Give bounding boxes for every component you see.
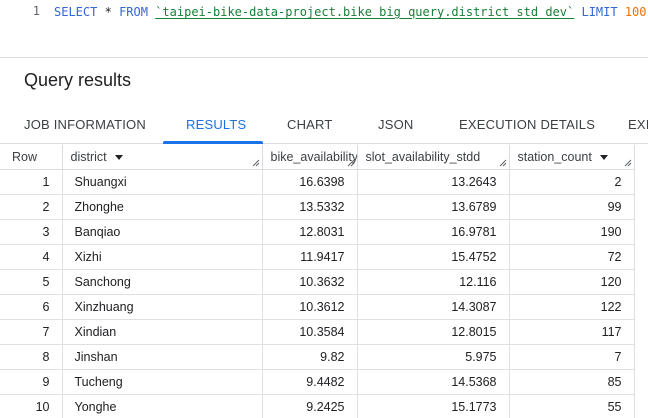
sort-caret-icon[interactable] — [599, 154, 608, 160]
editor-gutter: 1 — [0, 0, 48, 54]
tab-json[interactable]: JSON — [378, 106, 413, 144]
bike-availability-cell[interactable]: 9.2425 — [262, 394, 358, 418]
keyword-from: FROM — [119, 5, 148, 19]
station-count-cell[interactable]: 2 — [509, 169, 635, 195]
column-header-label: Row — [12, 149, 38, 164]
column-header-label: bike_availability_stdd — [270, 149, 357, 164]
table-row[interactable]: 10 Yonghe 9.2425 15.1773 55 — [0, 394, 635, 418]
district-cell[interactable]: Yonghe — [62, 394, 263, 418]
column-header-district[interactable]: district — [62, 145, 263, 170]
slot-availability-cell[interactable]: 13.6789 — [357, 194, 510, 220]
station-count-cell[interactable]: 99 — [509, 194, 635, 220]
row-number-cell: 6 — [0, 294, 63, 320]
slot-availability-cell[interactable]: 16.9781 — [357, 219, 510, 245]
row-number-cell: 8 — [0, 344, 63, 370]
station-count-cell[interactable]: 7 — [509, 344, 635, 370]
bike-availability-cell[interactable]: 10.3632 — [262, 269, 358, 295]
sql-code-line[interactable]: SELECT * FROM `taipei-bike-data-project.… — [54, 4, 647, 20]
bike-availability-cell[interactable]: 9.82 — [262, 344, 358, 370]
bike-availability-cell[interactable]: 12.8031 — [262, 219, 358, 245]
tab-chart[interactable]: CHART — [287, 106, 333, 144]
column-header-bike-availability[interactable]: bike_availability_stdd — [262, 145, 358, 170]
table-row[interactable]: 7 Xindian 10.3584 12.8015 117 — [0, 319, 635, 345]
row-number-cell: 7 — [0, 319, 63, 345]
slot-availability-cell[interactable]: 14.5368 — [357, 369, 510, 395]
table-row[interactable]: 1 Shuangxi 16.6398 13.2643 2 — [0, 169, 635, 195]
keyword-limit: LIMIT — [581, 5, 618, 19]
district-cell[interactable]: Zhonghe — [62, 194, 263, 220]
column-header-label: slot_availability_stdd — [365, 149, 481, 164]
star-operator: * — [104, 5, 112, 19]
column-header-slot-availability[interactable]: slot_availability_stdd — [357, 145, 510, 170]
slot-availability-cell[interactable]: 14.3087 — [357, 294, 510, 320]
column-header-row: Row — [0, 145, 63, 170]
row-number-cell: 4 — [0, 244, 63, 270]
table-row[interactable]: 8 Jinshan 9.82 5.975 7 — [0, 344, 635, 370]
results-grid: Row district bike_availability_stdd slot… — [0, 145, 648, 418]
row-number-cell: 3 — [0, 219, 63, 245]
column-resize-icon[interactable] — [252, 159, 260, 167]
slot-availability-cell[interactable]: 13.2643 — [357, 169, 510, 195]
row-number-cell: 5 — [0, 269, 63, 295]
header-row: Row district bike_availability_stdd slot… — [0, 145, 635, 170]
tab-execution-graph[interactable]: EXI — [628, 106, 648, 144]
tab-execution-details[interactable]: EXECUTION DETAILS — [459, 106, 595, 144]
table-row[interactable]: 9 Tucheng 9.4482 14.5368 85 — [0, 369, 635, 395]
slot-availability-cell[interactable]: 15.1773 — [357, 394, 510, 418]
station-count-cell[interactable]: 122 — [509, 294, 635, 320]
results-title: Query results — [24, 70, 132, 90]
limit-value: 100 — [624, 5, 647, 19]
district-cell[interactable]: Xindian — [62, 319, 263, 345]
table-reference[interactable]: `taipei-bike-data-project.bike_big_query… — [155, 5, 574, 19]
district-cell[interactable]: Xinzhuang — [62, 294, 263, 320]
station-count-cell[interactable]: 190 — [509, 219, 635, 245]
station-count-cell[interactable]: 85 — [509, 369, 635, 395]
slot-availability-cell[interactable]: 12.8015 — [357, 319, 510, 345]
table-row[interactable]: 4 Xizhi 11.9417 15.4752 72 — [0, 244, 635, 270]
active-tab-indicator — [163, 141, 263, 144]
district-cell[interactable]: Jinshan — [62, 344, 263, 370]
bike-availability-cell[interactable]: 11.9417 — [262, 244, 358, 270]
station-count-cell[interactable]: 72 — [509, 244, 635, 270]
row-number-cell: 2 — [0, 194, 63, 220]
table-row[interactable]: 5 Sanchong 10.3632 12.116 120 — [0, 269, 635, 295]
bike-availability-cell[interactable]: 16.6398 — [262, 169, 358, 195]
station-count-cell[interactable]: 55 — [509, 394, 635, 418]
keyword-select: SELECT — [54, 5, 98, 19]
station-count-cell[interactable]: 117 — [509, 319, 635, 345]
column-header-station-count[interactable]: station_count — [509, 145, 635, 170]
district-cell[interactable]: Sanchong — [62, 269, 263, 295]
column-resize-icon[interactable] — [499, 159, 507, 167]
bike-availability-cell[interactable]: 10.3612 — [262, 294, 358, 320]
district-cell[interactable]: Banqiao — [62, 219, 263, 245]
slot-availability-cell[interactable]: 12.116 — [357, 269, 510, 295]
table-row[interactable]: 6 Xinzhuang 10.3612 14.3087 122 — [0, 294, 635, 320]
bike-availability-cell[interactable]: 13.5332 — [262, 194, 358, 220]
line-number: 1 — [32, 4, 40, 18]
tab-job-information[interactable]: JOB INFORMATION — [24, 106, 146, 144]
district-cell[interactable]: Xizhi — [62, 244, 263, 270]
column-header-label: district — [70, 149, 107, 164]
bike-availability-cell[interactable]: 9.4482 — [262, 369, 358, 395]
sql-editor[interactable]: 1 SELECT * FROM `taipei-bike-data-projec… — [0, 0, 648, 54]
column-resize-icon[interactable] — [624, 159, 632, 167]
results-table: Row district bike_availability_stdd slot… — [0, 145, 635, 418]
table-row[interactable]: 2 Zhonghe 13.5332 13.6789 99 — [0, 194, 635, 220]
station-count-cell[interactable]: 120 — [509, 269, 635, 295]
sort-caret-icon[interactable] — [114, 154, 123, 160]
row-number-cell: 9 — [0, 369, 63, 395]
slot-availability-cell[interactable]: 5.975 — [357, 344, 510, 370]
tab-results[interactable]: RESULTS — [186, 106, 246, 144]
district-cell[interactable]: Shuangxi — [62, 169, 263, 195]
table-row[interactable]: 3 Banqiao 12.8031 16.9781 190 — [0, 219, 635, 245]
slot-availability-cell[interactable]: 15.4752 — [357, 244, 510, 270]
editor-results-divider[interactable] — [0, 57, 648, 58]
row-number-cell: 1 — [0, 169, 63, 195]
bike-availability-cell[interactable]: 10.3584 — [262, 319, 358, 345]
row-number-cell: 10 — [0, 394, 63, 418]
district-cell[interactable]: Tucheng — [62, 369, 263, 395]
column-resize-icon[interactable] — [347, 159, 355, 167]
column-header-label: station_count — [517, 149, 592, 164]
results-tabs: JOB INFORMATION RESULTS CHART JSON EXECU… — [0, 106, 648, 144]
